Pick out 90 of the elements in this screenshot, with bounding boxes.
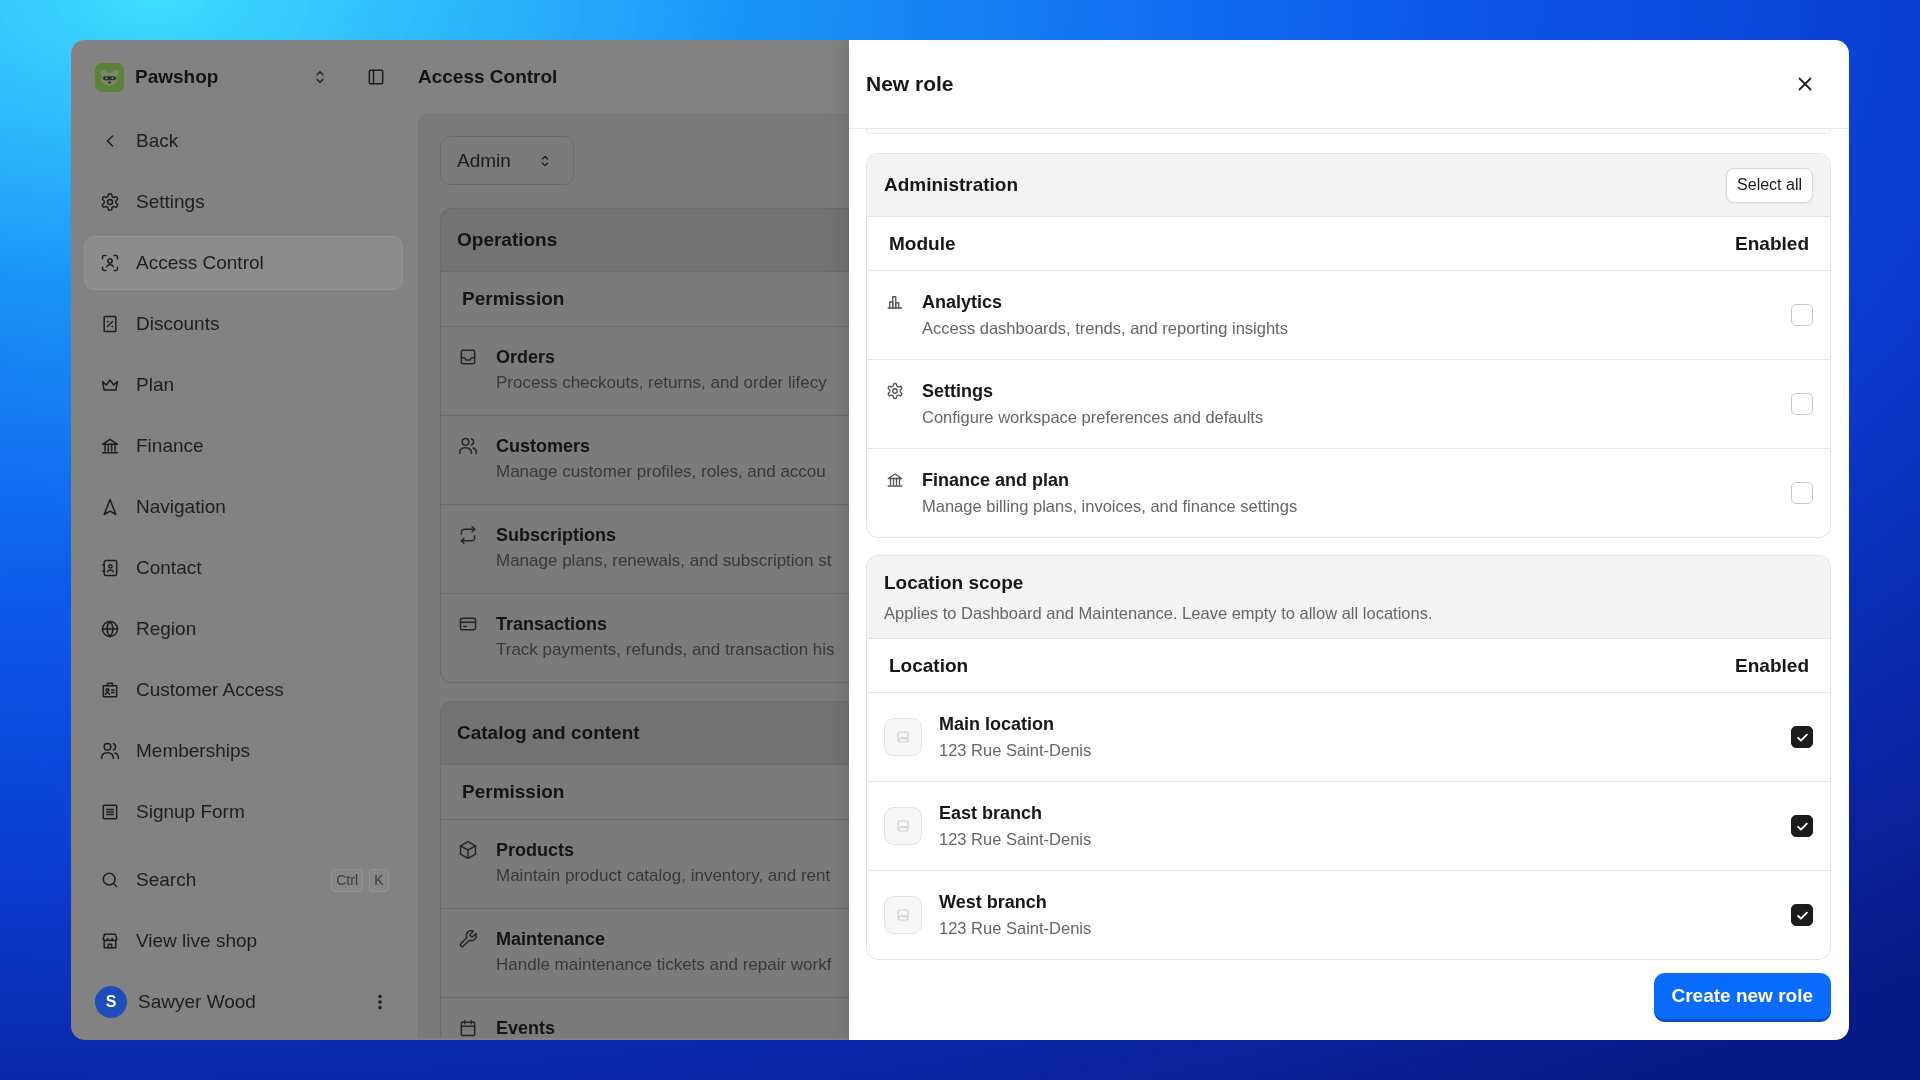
keyboard-key: K [369, 868, 389, 892]
sidebar-item[interactable]: Contact [84, 541, 403, 595]
globe-icon [100, 619, 120, 639]
permission-description: Manage plans, renewals, and subscription st [496, 550, 832, 572]
image-placeholder-icon [884, 807, 922, 845]
inbox-icon [458, 347, 478, 367]
view-shop-item[interactable]: View live shop [84, 914, 403, 968]
permission-title: Orders [496, 346, 557, 368]
search-icon [100, 870, 120, 890]
dialog-title: New role [866, 72, 954, 96]
sidebar-item[interactable]: Plan [84, 358, 403, 412]
bank-icon [100, 436, 120, 456]
section-description: Applies to Dashboard and Maintenance. Leave empty to allow all locations. [884, 603, 1433, 624]
bar-chart-icon [886, 293, 904, 311]
column-header: Enabled [1735, 232, 1809, 255]
calendar-icon [458, 1018, 478, 1038]
module-description: Manage billing plans, invoices, and finance settings [922, 495, 1298, 517]
checkbox[interactable] [1791, 726, 1813, 748]
permission-title: Subscriptions [496, 524, 617, 546]
list-icon [100, 802, 120, 822]
sidebar-item[interactable]: Discounts [84, 297, 403, 351]
checkbox[interactable] [1791, 904, 1813, 926]
location-address: 123 Rue Saint-Denis [939, 739, 1092, 761]
keyboard-key: Ctrl [331, 868, 363, 892]
column-header: Module [889, 232, 956, 255]
logo-icon [95, 62, 124, 92]
users-icon [458, 436, 478, 456]
gear-icon [886, 382, 904, 400]
store-icon [100, 931, 120, 951]
checkbox[interactable] [1791, 815, 1813, 837]
sidebar-item[interactable]: Region [84, 602, 403, 656]
address-book-icon [100, 558, 120, 578]
search-item[interactable]: Search Ctrl K [84, 853, 403, 907]
location-address: 123 Rue Saint-Denis [939, 828, 1092, 850]
permission-title: Products [496, 839, 575, 861]
image-placeholder-icon [884, 718, 922, 756]
sidebar-item[interactable]: Navigation [84, 480, 403, 534]
module-description: Configure workspace preferences and defaults [922, 406, 1264, 428]
workspace-name: Pawshop [135, 66, 220, 88]
location-name: East branch [939, 801, 1044, 824]
location-address: 123 Rue Saint-Denis [939, 917, 1092, 939]
credit-card-icon [458, 614, 478, 634]
module-description: Access dashboards, trends, and reporting insights [922, 317, 1288, 339]
image-placeholder-icon [884, 896, 922, 934]
sidebar-item[interactable]: Memberships [84, 724, 403, 778]
sidebar-item[interactable]: Access Control [84, 236, 403, 290]
sidebar-item[interactable]: Signup Form [84, 785, 403, 839]
section-title: Catalog and content [457, 722, 640, 744]
users-icon [100, 741, 120, 761]
role-select[interactable]: Admin [440, 136, 574, 185]
sidebar-item[interactable]: Settings [84, 175, 403, 229]
column-header: Location [889, 654, 969, 677]
wrench-icon [458, 929, 478, 949]
module-title: Finance and plan [922, 468, 1071, 491]
user-avatar: S [95, 986, 127, 1018]
gear-icon [100, 192, 120, 212]
location-name: West branch [939, 890, 1048, 913]
column-header: Permission [462, 781, 565, 803]
sidebar-item[interactable]: Back [84, 114, 403, 168]
permission-description: Handle maintenance tickets and repair workf [496, 954, 832, 976]
repeat-icon [458, 525, 478, 545]
permission-description: Process checkouts, returns, and order lifecy [496, 372, 827, 394]
column-header: Enabled [1735, 654, 1809, 677]
column-header: Permission [462, 288, 565, 310]
permission-description: Maintain product catalog, inventory, and rent [496, 865, 831, 887]
permission-title: Maintenance [496, 928, 607, 950]
location-name: Main location [939, 712, 1055, 735]
permission-description: Manage customer profiles, roles, and accou [496, 461, 826, 483]
section-title: Operations [457, 229, 558, 251]
create-role-button[interactable]: Create new role [1653, 973, 1831, 1022]
module-title: Analytics [922, 290, 1004, 313]
navigation-icon [100, 497, 120, 517]
permission-title: Transactions [496, 613, 609, 635]
sidebar-item[interactable]: Customer Access [84, 663, 403, 717]
sidebar-item[interactable]: Finance [84, 419, 403, 473]
scan-person-icon [100, 253, 120, 273]
section-title: Administration [884, 174, 1019, 196]
id-badge-icon [100, 680, 120, 700]
permission-title: Events [496, 1017, 556, 1038]
permission-title: Customers [496, 435, 592, 457]
bank-icon [886, 471, 904, 489]
percent-document-icon [100, 314, 120, 334]
page-title: Access Control [418, 66, 558, 88]
permission-description: Track payments, refunds, and transaction his [496, 639, 835, 661]
sidebar-toggle-icon[interactable] [366, 67, 386, 87]
select-all-button[interactable]: Select all [1726, 167, 1813, 203]
cube-icon [458, 840, 478, 860]
user-name: Sawyer Wood [138, 991, 257, 1013]
module-title: Settings [922, 379, 994, 402]
section-title: Location scope [884, 572, 1024, 594]
